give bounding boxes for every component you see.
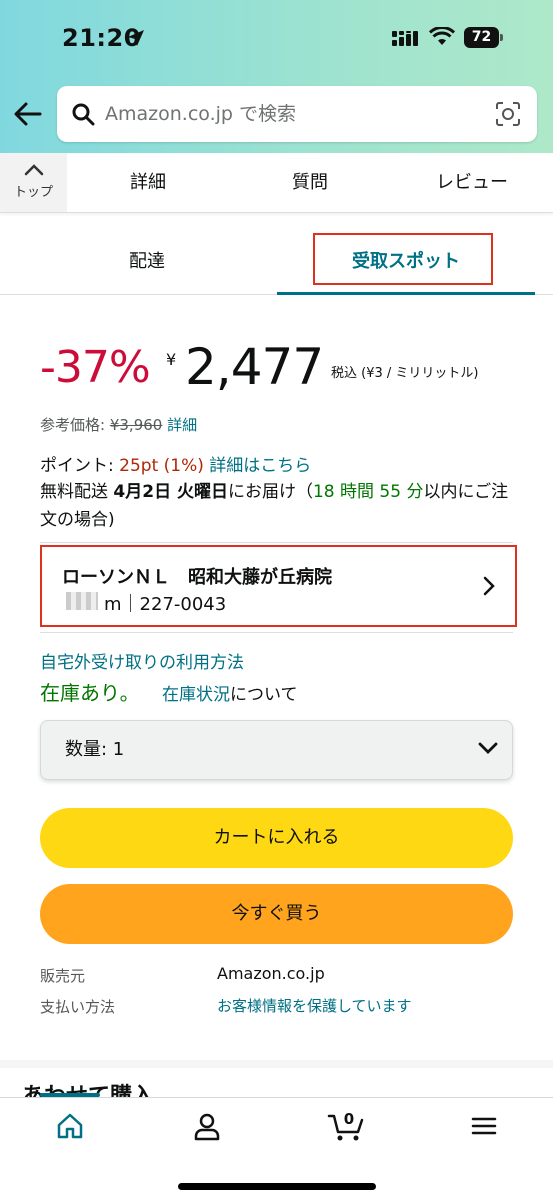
- reference-price: 参考価格: ¥3,960 詳細: [40, 414, 197, 435]
- tab-details[interactable]: 詳細: [67, 153, 229, 212]
- points-percent: (1%): [163, 456, 204, 476]
- scroll-top-button[interactable]: トップ: [0, 153, 67, 212]
- wifi-icon: [429, 27, 455, 45]
- tax-note: 税込 (¥3 / ミリリットル): [331, 366, 479, 381]
- divider: [40, 632, 513, 633]
- stock-info-suffix: について: [230, 685, 298, 705]
- quantity-select[interactable]: 数量: 1: [40, 720, 513, 780]
- shipping-mid: にお届け（: [227, 482, 313, 502]
- product-section-nav: トップ 詳細 質問 レビュー: [0, 153, 553, 213]
- currency-symbol: ¥: [166, 350, 177, 369]
- buy-now-button[interactable]: 今すぐ買う: [40, 884, 513, 944]
- chevron-up-icon: [24, 164, 44, 176]
- payment-secure-link[interactable]: お客様情報を保護しています: [217, 995, 412, 1016]
- stock-status-link[interactable]: 在庫状況: [162, 685, 230, 705]
- section-separator: [0, 1060, 553, 1068]
- back-arrow-icon[interactable]: [12, 100, 44, 128]
- cellular-signal-icon: [392, 31, 418, 46]
- pickup-store-selector[interactable]: ローソンＮＬ 昭和大藤が丘病院 m｜227-0043: [40, 545, 517, 627]
- tab-reviews[interactable]: レビュー: [391, 153, 553, 212]
- cart-count: 0: [343, 1110, 355, 1128]
- add-to-cart-button[interactable]: カートに入れる: [40, 808, 513, 868]
- redacted-distance: [66, 592, 98, 610]
- pickup-howto-link[interactable]: 自宅外受け取りの利用方法: [40, 648, 244, 673]
- points-value: 25pt: [119, 456, 159, 476]
- seller-label: 販売元: [40, 967, 86, 985]
- shipping-info: 無料配送 4月2日 火曜日にお届け（18 時間 55 分以内にご注文の場合): [40, 478, 520, 534]
- product-page: 21:20 72 Amazon.co.jp で検索 トップ 詳細 質問 レビュー…: [0, 0, 553, 1200]
- app-header: 21:20 72: [0, 0, 553, 153]
- shipping-prefix: 無料配送: [40, 482, 108, 502]
- tab-delivery[interactable]: 配達: [18, 230, 276, 294]
- highlight-box: [313, 233, 493, 285]
- location-arrow-icon: [128, 30, 144, 46]
- points-details-link[interactable]: 詳細はこちら: [209, 456, 311, 476]
- delivery-date: 4月2日 火曜日: [113, 482, 228, 502]
- quantity-label: 数量: 1: [65, 739, 125, 760]
- stock-info: 在庫状況について: [162, 680, 298, 705]
- seller-value: Amazon.co.jp: [217, 964, 325, 983]
- battery-level: 72: [464, 27, 499, 48]
- order-countdown: 18 時間 55 分: [312, 482, 424, 502]
- search-input[interactable]: [105, 86, 485, 142]
- points-label: ポイント:: [40, 456, 114, 476]
- battery-icon: 72: [464, 27, 504, 48]
- pickup-store-name: ローソンＮＬ 昭和大藤が丘病院: [62, 567, 332, 588]
- reference-price-details-link[interactable]: 詳細: [167, 416, 197, 434]
- chevron-right-icon: [483, 576, 495, 596]
- scroll-top-label: トップ: [13, 185, 53, 200]
- payment-label: 支払い方法: [40, 998, 116, 1016]
- search-icon: [72, 103, 95, 126]
- search-bar[interactable]: [57, 86, 537, 142]
- stock-status: 在庫あり。: [40, 681, 140, 705]
- chevron-down-icon: [478, 742, 498, 754]
- reference-price-label: 参考価格:: [40, 416, 106, 434]
- menu-icon[interactable]: [470, 1112, 498, 1140]
- discount-percent: -37%: [40, 342, 151, 393]
- divider: [40, 542, 513, 543]
- reference-price-value: ¥3,960: [109, 416, 163, 434]
- selected-tab-indicator: [277, 292, 535, 295]
- pickup-store-address: m｜227-0043: [104, 594, 227, 615]
- home-indicator: [178, 1183, 376, 1190]
- camera-scan-icon[interactable]: [495, 101, 521, 127]
- price-amount: 2,477: [185, 338, 324, 396]
- tab-questions[interactable]: 質問: [229, 153, 391, 212]
- points-row: ポイント: 25pt (1%) 詳細はこちら: [40, 451, 311, 476]
- home-icon[interactable]: [56, 1112, 84, 1140]
- account-icon[interactable]: [192, 1112, 222, 1142]
